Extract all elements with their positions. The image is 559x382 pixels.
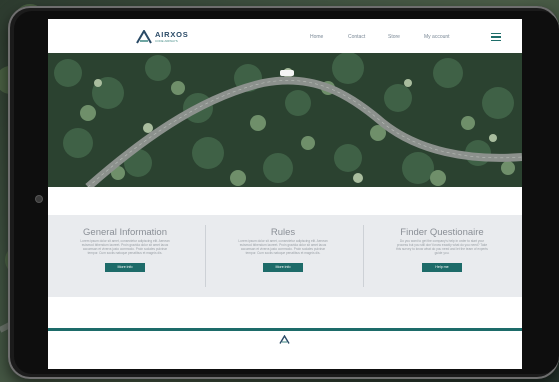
rules-card: Rules Lorem ipsum dolor sit amet, consec… <box>233 215 333 297</box>
general-information-more-info-button[interactable]: More info <box>105 263 145 272</box>
camera-icon <box>36 196 42 202</box>
website-screen: AIRXOS CODE AIRWAYS Home Contact Store M… <box>48 19 522 369</box>
general-information-card: General Information Lorem ipsum dolor si… <box>75 215 175 297</box>
rules-more-info-button[interactable]: More info <box>263 263 303 272</box>
forest-road-illustration <box>48 53 522 187</box>
finder-questionaire-text: Do you want to get the company's help in… <box>396 239 488 255</box>
footer-logo-icon[interactable] <box>279 335 290 344</box>
finder-questionaire-card: Finder Questionaire Do you want to get t… <box>392 215 492 297</box>
general-information-text: Lorem ipsum dolor sit amet, consectetur … <box>80 239 170 255</box>
nav-my-account[interactable]: My account <box>424 34 450 40</box>
hamburger-menu-icon[interactable] <box>491 33 501 41</box>
hero-image <box>48 53 522 187</box>
info-section: General Information Lorem ipsum dolor si… <box>48 215 522 297</box>
brand-tagline: CODE AIRWAYS <box>155 38 178 43</box>
general-information-title: General Information <box>83 227 167 238</box>
nav-store[interactable]: Store <box>388 34 400 40</box>
section-divider <box>205 225 206 287</box>
nav-contact[interactable]: Contact <box>348 34 365 40</box>
site-header: AIRXOS CODE AIRWAYS Home Contact Store M… <box>48 19 522 53</box>
logo-mountain-icon <box>136 30 152 44</box>
finder-questionaire-help-me-button[interactable]: Help me <box>422 263 462 272</box>
footer-divider <box>48 328 522 331</box>
rules-title: Rules <box>270 227 296 238</box>
nav-home[interactable]: Home <box>310 34 323 40</box>
brand-logo[interactable]: AIRXOS CODE AIRWAYS <box>136 28 189 46</box>
section-divider <box>363 225 364 287</box>
finder-questionaire-title: Finder Questionaire <box>400 227 484 238</box>
brand-name: AIRXOS <box>155 30 189 40</box>
rules-text: Lorem ipsum dolor sit amet, consectetur … <box>238 239 328 255</box>
